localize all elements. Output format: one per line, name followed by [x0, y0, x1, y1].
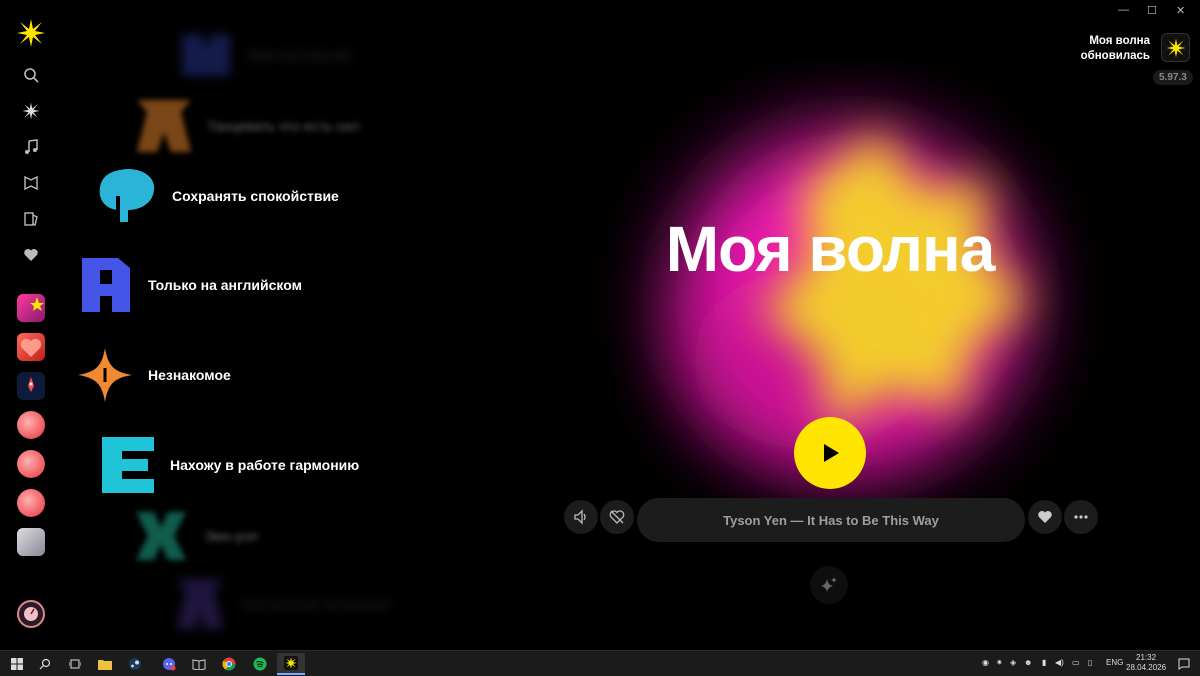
microphone-icon[interactable]: ▮ — [1042, 658, 1046, 667]
playlist-cover-daily-3[interactable] — [17, 489, 45, 517]
update-notice-line2: обновилась — [1080, 50, 1150, 62]
steam-icon[interactable] — [126, 655, 144, 673]
podcast-icon[interactable] — [19, 171, 43, 195]
windows-start-icon[interactable] — [8, 655, 26, 673]
playlist-cover-photo[interactable] — [17, 528, 45, 556]
search-icon[interactable] — [36, 655, 54, 673]
close-button[interactable]: ✕ — [1176, 4, 1185, 17]
vibe-label: Сохранять спокойствие — [172, 188, 339, 204]
taskbar-clock[interactable]: 21:32 28.04.2026 — [1126, 653, 1166, 673]
playlist-cover-liked[interactable] — [17, 333, 45, 361]
yandex-music-window: Моя ностальгия Танцевать что есть сил Со… — [0, 0, 1200, 650]
vibe-shape-icon — [176, 579, 224, 629]
tray-steam-icon[interactable]: ☻ — [1024, 658, 1032, 667]
vibe-label: Танцевать что есть сил — [207, 118, 360, 134]
playlist-cover-rocket[interactable] — [17, 372, 45, 400]
yandex-music-logo-icon[interactable] — [16, 18, 46, 48]
dislike-button[interactable] — [600, 500, 634, 534]
vibe-item-calm[interactable]: Сохранять спокойствие — [98, 166, 339, 226]
more-button[interactable] — [1064, 500, 1098, 534]
play-button[interactable] — [794, 417, 866, 489]
notification-center-icon[interactable] — [1175, 655, 1193, 673]
vibe-item-english[interactable]: Только на английском — [78, 256, 302, 314]
play-icon — [824, 444, 839, 462]
vibe-item-emo-rap[interactable]: Эмо-рэп — [132, 508, 259, 564]
my-wave-title: Моя волна — [665, 213, 996, 285]
book-reader-icon[interactable] — [190, 655, 208, 673]
vibe-shape-icon — [137, 100, 191, 152]
playlist-cover-daily-2[interactable] — [17, 450, 45, 478]
vibe-shape-icon — [136, 512, 186, 560]
vibe-shape-icon — [182, 34, 230, 76]
playlist-cover-daily-1[interactable] — [17, 411, 45, 439]
wave-settings-button[interactable] — [810, 566, 848, 604]
vibe-label: Нахожу в работе гармонию — [170, 457, 360, 473]
heart-off-icon — [609, 510, 625, 524]
clock-date: 28.04.2026 — [1126, 663, 1167, 672]
vibe-item-party[interactable]: Настроение вечеринки — [172, 575, 391, 633]
version-badge: 5.97.3 — [1153, 70, 1193, 85]
like-button[interactable] — [1028, 500, 1062, 534]
heart-icon — [1038, 511, 1052, 523]
books-icon[interactable] — [19, 207, 43, 231]
left-sidebar — [0, 0, 62, 650]
playlist-cover-1[interactable] — [17, 294, 45, 322]
vibe-shape-icon — [102, 437, 154, 493]
music-note-icon[interactable] — [19, 135, 43, 159]
tray-app-icon[interactable]: ◉ — [982, 658, 989, 667]
vibe-item-unfamiliar[interactable]: Незнакомое — [76, 346, 231, 404]
tray-vpn-icon[interactable]: ◈ — [1010, 658, 1016, 667]
update-notice-line1: Моя волна — [1089, 35, 1150, 47]
tray-yandex-music-icon[interactable]: ✷ — [996, 658, 1003, 667]
chrome-icon[interactable] — [220, 655, 238, 673]
now-playing-track[interactable]: Tyson Yen — It Has to Be This Way — [637, 498, 1025, 542]
vibe-label: Незнакомое — [148, 367, 231, 383]
more-dots-icon — [1074, 515, 1088, 519]
task-view-icon[interactable] — [66, 655, 84, 673]
minimize-button[interactable]: — — [1118, 4, 1129, 16]
volume-button[interactable] — [564, 500, 598, 534]
wave-icon[interactable] — [19, 99, 43, 123]
vibe-item-dance[interactable]: Танцевать что есть сил — [135, 98, 359, 154]
vibe-shape-icon — [78, 348, 132, 402]
wave-update-icon[interactable] — [1161, 33, 1190, 62]
heart-icon[interactable] — [19, 243, 43, 267]
speaker-icon — [574, 509, 586, 525]
search-icon[interactable] — [19, 63, 43, 87]
display-icon[interactable]: ▯ — [1088, 658, 1092, 667]
vibe-shape-icon — [82, 258, 130, 312]
vibe-shape-icon — [99, 168, 155, 222]
volume-icon[interactable]: ◀) — [1055, 658, 1064, 667]
language-indicator[interactable]: ENG — [1106, 658, 1123, 667]
sparkle-icon — [821, 577, 837, 592]
vibe-item-harmony[interactable]: Нахожу в работе гармонию — [98, 435, 359, 495]
vibe-label: Настроение вечеринки — [242, 596, 391, 612]
yandex-music-taskbar-icon[interactable] — [277, 653, 305, 675]
windows-taskbar: ◉ ✷ ◈ ☻ ▮ ◀) ▭ ▯ ENG 21:32 28.04.2026 — [0, 650, 1200, 676]
vibe-label: Только на английском — [148, 277, 302, 293]
discord-icon[interactable] — [160, 655, 178, 673]
file-explorer-icon[interactable] — [96, 655, 114, 673]
spotify-icon[interactable] — [251, 655, 269, 673]
clock-time: 21:32 — [1136, 653, 1157, 662]
maximize-button[interactable]: ☐ — [1147, 4, 1157, 17]
network-icon[interactable]: ▭ — [1072, 658, 1080, 667]
vibe-item-nostalgia[interactable]: Моя ностальгия — [178, 30, 352, 80]
user-avatar[interactable] — [17, 600, 45, 628]
update-notice[interactable]: Моя волна обновилась — [1081, 34, 1150, 64]
vibe-label: Моя ностальгия — [248, 47, 352, 63]
vibe-label: Эмо-рэп — [204, 528, 259, 544]
